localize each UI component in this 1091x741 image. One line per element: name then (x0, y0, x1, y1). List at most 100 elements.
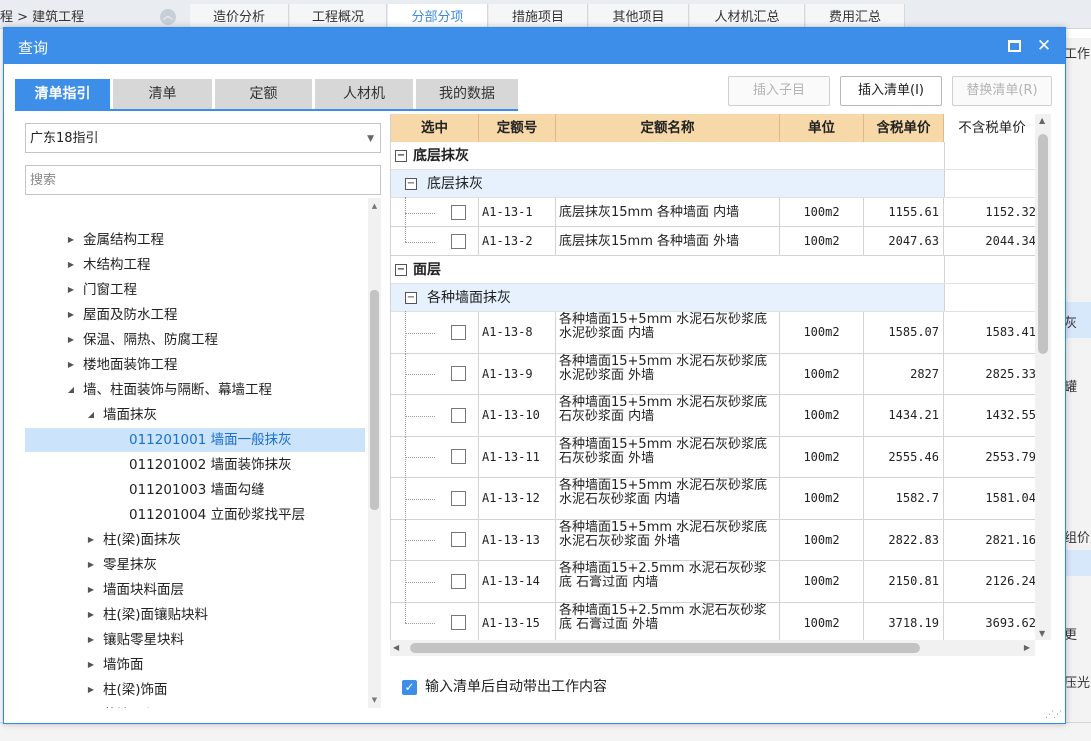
tab-quota[interactable]: 定额 (215, 79, 312, 109)
tree-item[interactable]: ▶ 保温、隔热、防腐工程 (25, 328, 365, 352)
table-row[interactable]: A1-13-9 各种墙面15+5mm 水泥石灰砂浆底 水泥砂浆面 外墙 100m2 2… (391, 352, 1036, 395)
row-checkbox[interactable] (451, 233, 466, 249)
row-checkbox[interactable] (451, 490, 466, 506)
search-input[interactable] (25, 165, 381, 195)
chevron-right-icon[interactable]: ▶ (85, 528, 97, 552)
tree-item[interactable]: ▶ 屋面及防水工程 (25, 303, 365, 327)
replace-list-button[interactable]: 替换清单(R) (952, 76, 1052, 106)
chevron-right-icon[interactable]: ▶ (85, 678, 97, 702)
app-tab[interactable]: 其他项目 (589, 4, 689, 28)
row-checkbox[interactable] (451, 204, 466, 220)
tree-item[interactable]: ▶ 柱(梁)面抹灰 (25, 528, 365, 552)
tree-scrollbar[interactable]: ▲ ▼ (368, 198, 381, 708)
row-checkbox[interactable] (451, 532, 466, 548)
chevron-right-icon[interactable]: ▶ (85, 628, 97, 652)
tree-item[interactable]: 011201001 墙面一般抹灰 (25, 428, 365, 452)
collapse-icon[interactable]: − (395, 263, 407, 276)
tree-item[interactable]: ▶ 柱(梁)面镶贴块料 (25, 603, 365, 627)
group-row[interactable]: − 底层抹灰 (391, 142, 1036, 170)
group-row[interactable]: − 面层 (391, 256, 1036, 284)
tree-item[interactable]: 011201004 立面砂浆找平层 (25, 503, 365, 527)
grid-vscroll-thumb[interactable] (1038, 134, 1048, 354)
app-tab[interactable]: 费用汇总 (806, 4, 905, 28)
table-row[interactable]: A1-13-12 各种墙面15+5mm 水泥石灰砂浆底 水泥石灰砂浆面 内墙 100… (391, 477, 1036, 520)
auto-fill-option[interactable]: ✓ 输入清单后自动带出工作内容 (402, 677, 607, 697)
row-checkbox[interactable] (451, 573, 466, 589)
collapse-icon[interactable]: − (405, 291, 417, 304)
scroll-down-icon[interactable]: ▼ (1039, 629, 1045, 638)
grid-vertical-scrollbar[interactable]: ▲ ▼ (1035, 114, 1051, 640)
maximize-icon[interactable] (1004, 36, 1024, 56)
scroll-up-icon[interactable]: ▲ (368, 200, 381, 212)
resize-grip-icon[interactable]: ⋰⋰ (1045, 710, 1062, 720)
chevron-right-icon[interactable]: ▶ (85, 703, 97, 708)
app-tab[interactable]: 造价分析 (190, 4, 289, 28)
scroll-left-icon[interactable]: ◀ (393, 643, 399, 652)
table-row[interactable]: A1-13-13 各种墙面15+5mm 水泥石灰砂浆底 水泥石灰砂浆面 外墙 100… (391, 518, 1036, 561)
col-select[interactable]: 选中 (391, 114, 479, 142)
tree-item[interactable]: 011201002 墙面装饰抹灰 (25, 453, 365, 477)
chevron-down-icon[interactable]: ◢ (85, 403, 97, 427)
collapse-icon[interactable]: − (405, 177, 417, 190)
tree-item[interactable]: ▶ 墙饰面 (25, 653, 365, 677)
tree-item[interactable]: ◢ 墙面抹灰 (25, 403, 365, 427)
grid-horizontal-scrollbar[interactable]: ◀ ▶ (390, 640, 1035, 656)
table-row[interactable]: A1-13-15 各种墙面15+2.5mm 水泥石灰砂浆底 石膏过面 外墙 100m… (391, 601, 1036, 640)
chevron-right-icon[interactable]: ▶ (65, 228, 77, 252)
app-tab[interactable]: 措施项目 (489, 4, 588, 28)
dialog-titlebar[interactable]: 查询 ✕ (4, 28, 1065, 64)
table-row[interactable]: A1-13-11 各种墙面15+5mm 水泥石灰砂浆底 石灰砂浆面 外墙 100m2… (391, 435, 1036, 478)
col-price-tax[interactable]: 含税单价 (864, 114, 944, 142)
scroll-right-icon[interactable]: ▶ (1024, 643, 1030, 652)
checkbox-checked-icon[interactable]: ✓ (402, 679, 417, 695)
tab-materials[interactable]: 人材机 (315, 79, 413, 109)
chevron-right-icon[interactable]: ▶ (65, 278, 77, 302)
app-tab[interactable]: 人材机汇总 (690, 4, 805, 28)
col-unit[interactable]: 单位 (780, 114, 864, 142)
guide-select[interactable]: 广东18指引 ▼ (25, 123, 381, 153)
app-tab[interactable]: 分部分项 (388, 4, 488, 28)
collapse-icon[interactable]: − (395, 149, 407, 162)
tree-item[interactable]: ▶ 金属结构工程 (25, 228, 365, 252)
subgroup-row[interactable]: − 底层抹灰 (391, 170, 1036, 198)
table-row[interactable]: A1-13-10 各种墙面15+5mm 水泥石灰砂浆底 石灰砂浆面 内墙 100m2… (391, 394, 1036, 437)
tree-item[interactable]: 011201003 墙面勾缝 (25, 478, 365, 502)
subgroup-row[interactable]: − 各种墙面抹灰 (391, 284, 1036, 312)
chevron-right-icon[interactable]: ▶ (65, 328, 77, 352)
row-checkbox[interactable] (451, 366, 466, 382)
insert-list-button[interactable]: 插入清单(I) (840, 76, 942, 106)
tab-list-guide[interactable]: 清单指引 (15, 79, 110, 109)
col-name[interactable]: 定额名称 (556, 114, 780, 142)
table-row[interactable]: A1-13-2 底层抹灰15mm 各种墙面 外墙 100m2 2047.63 2044.… (391, 226, 1036, 256)
chevron-right-icon[interactable]: ▶ (65, 353, 77, 377)
tree-item[interactable]: ▶ 柱(梁)饰面 (25, 678, 365, 702)
tree-item[interactable]: ▶ 零星抹灰 (25, 553, 365, 577)
chevron-right-icon[interactable]: ▶ (85, 578, 97, 602)
tree-item[interactable]: ▶ 木结构工程 (25, 253, 365, 277)
chevron-right-icon[interactable]: ▶ (65, 253, 77, 277)
chevron-right-icon[interactable]: ▶ (85, 553, 97, 577)
tree-item[interactable]: ▶ 楼地面装饰工程 (25, 353, 365, 377)
row-checkbox[interactable] (451, 615, 466, 631)
tree-scroll-thumb[interactable] (370, 290, 379, 510)
row-checkbox[interactable] (451, 407, 466, 423)
table-row[interactable]: A1-13-1 底层抹灰15mm 各种墙面 内墙 100m2 1155.61 1152.… (391, 197, 1036, 227)
row-checkbox[interactable] (451, 324, 466, 340)
insert-child-button[interactable]: 插入子目 (728, 76, 830, 106)
tab-my-data[interactable]: 我的数据 (416, 79, 518, 109)
tab-list[interactable]: 清单 (113, 79, 212, 109)
tree-item[interactable]: ▶ 门窗工程 (25, 278, 365, 302)
col-price-notax[interactable]: 不含税单价 (944, 114, 1036, 142)
chevron-right-icon[interactable]: ▶ (65, 303, 77, 327)
chevron-up-icon[interactable]: ︿ (160, 9, 176, 25)
tree-item[interactable]: ◢ 墙、柱面装饰与隔断、幕墙工程 (25, 378, 365, 402)
tree-item[interactable]: ▶ 镶贴零星块料 (25, 628, 365, 652)
row-checkbox[interactable] (451, 449, 466, 465)
scroll-down-icon[interactable]: ▼ (368, 694, 381, 706)
close-icon[interactable]: ✕ (1034, 36, 1054, 56)
tree-item[interactable]: ▶ 幕墙工程 (25, 703, 365, 708)
chevron-right-icon[interactable]: ▶ (85, 653, 97, 677)
tree-item[interactable]: ▶ 墙面块料面层 (25, 578, 365, 602)
chevron-down-icon[interactable]: ◢ (65, 378, 77, 402)
app-tab[interactable]: 工程概况 (290, 4, 387, 28)
